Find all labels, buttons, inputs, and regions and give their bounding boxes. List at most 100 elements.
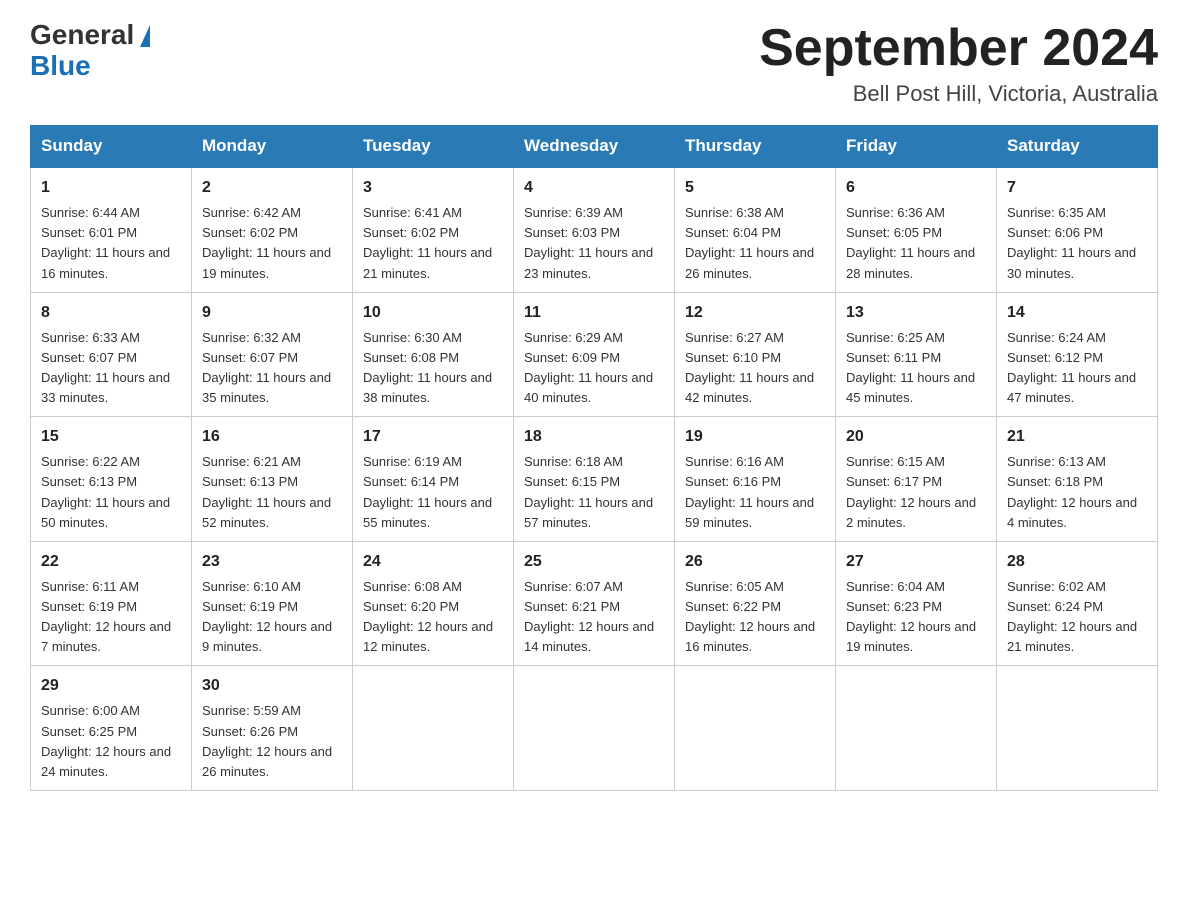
day-info: Sunrise: 6:44 AMSunset: 6:01 PMDaylight:… <box>41 203 181 284</box>
calendar-cell: 6 Sunrise: 6:36 AMSunset: 6:05 PMDaylight… <box>836 167 997 292</box>
calendar-cell: 13 Sunrise: 6:25 AMSunset: 6:11 PMDayligh… <box>836 292 997 417</box>
calendar-cell: 14 Sunrise: 6:24 AMSunset: 6:12 PMDayligh… <box>997 292 1158 417</box>
calendar-cell <box>675 666 836 791</box>
day-number: 27 <box>846 550 986 574</box>
day-info: Sunrise: 6:22 AMSunset: 6:13 PMDaylight:… <box>41 452 181 533</box>
day-number: 30 <box>202 674 342 698</box>
calendar-cell: 1 Sunrise: 6:44 AMSunset: 6:01 PMDaylight… <box>31 167 192 292</box>
day-number: 28 <box>1007 550 1147 574</box>
day-info: Sunrise: 6:19 AMSunset: 6:14 PMDaylight:… <box>363 452 503 533</box>
weekday-header-row: SundayMondayTuesdayWednesdayThursdayFrid… <box>31 126 1158 168</box>
calendar-cell: 8 Sunrise: 6:33 AMSunset: 6:07 PMDaylight… <box>31 292 192 417</box>
day-info: Sunrise: 6:25 AMSunset: 6:11 PMDaylight:… <box>846 328 986 409</box>
day-number: 2 <box>202 176 342 200</box>
calendar-cell: 29 Sunrise: 6:00 AMSunset: 6:25 PMDayligh… <box>31 666 192 791</box>
calendar-cell: 20Sunrise: 6:15 AMSunset: 6:17 PMDayligh… <box>836 417 997 542</box>
day-info: Sunrise: 6:38 AMSunset: 6:04 PMDaylight:… <box>685 203 825 284</box>
day-number: 8 <box>41 301 181 325</box>
day-info: Sunrise: 6:04 AMSunset: 6:23 PMDaylight:… <box>846 577 986 658</box>
weekday-header-saturday: Saturday <box>997 126 1158 168</box>
day-number: 7 <box>1007 176 1147 200</box>
day-number: 3 <box>363 176 503 200</box>
calendar-cell: 28 Sunrise: 6:02 AMSunset: 6:24 PMDayligh… <box>997 541 1158 666</box>
calendar-cell: 5 Sunrise: 6:38 AMSunset: 6:04 PMDaylight… <box>675 167 836 292</box>
calendar-cell: 3Sunrise: 6:41 AMSunset: 6:02 PMDaylight… <box>353 167 514 292</box>
day-number: 10 <box>363 301 503 325</box>
day-number: 14 <box>1007 301 1147 325</box>
day-number: 16 <box>202 425 342 449</box>
title-area: September 2024 Bell Post Hill, Victoria,… <box>759 20 1158 107</box>
day-number: 4 <box>524 176 664 200</box>
day-number: 18 <box>524 425 664 449</box>
day-number: 13 <box>846 301 986 325</box>
weekday-header-thursday: Thursday <box>675 126 836 168</box>
calendar-cell: 15Sunrise: 6:22 AMSunset: 6:13 PMDayligh… <box>31 417 192 542</box>
calendar-cell <box>997 666 1158 791</box>
day-number: 5 <box>685 176 825 200</box>
day-info: Sunrise: 6:10 AMSunset: 6:19 PMDaylight:… <box>202 577 342 658</box>
day-number: 9 <box>202 301 342 325</box>
day-info: Sunrise: 6:24 AMSunset: 6:12 PMDaylight:… <box>1007 328 1147 409</box>
calendar-cell: 23 Sunrise: 6:10 AMSunset: 6:19 PMDayligh… <box>192 541 353 666</box>
month-title: September 2024 <box>759 20 1158 77</box>
day-info: Sunrise: 6:30 AMSunset: 6:08 PMDaylight:… <box>363 328 503 409</box>
day-info: Sunrise: 6:39 AMSunset: 6:03 PMDaylight:… <box>524 203 664 284</box>
calendar-cell: 21Sunrise: 6:13 AMSunset: 6:18 PMDayligh… <box>997 417 1158 542</box>
day-info: Sunrise: 6:07 AMSunset: 6:21 PMDaylight:… <box>524 577 664 658</box>
weekday-header-wednesday: Wednesday <box>514 126 675 168</box>
day-number: 29 <box>41 674 181 698</box>
day-number: 23 <box>202 550 342 574</box>
header: General Blue September 2024 Bell Post Hi… <box>30 20 1158 107</box>
calendar-cell: 26 Sunrise: 6:05 AMSunset: 6:22 PMDayligh… <box>675 541 836 666</box>
day-info: Sunrise: 6:42 AMSunset: 6:02 PMDaylight:… <box>202 203 342 284</box>
week-row-3: 15Sunrise: 6:22 AMSunset: 6:13 PMDayligh… <box>31 417 1158 542</box>
day-info: Sunrise: 6:05 AMSunset: 6:22 PMDaylight:… <box>685 577 825 658</box>
day-number: 19 <box>685 425 825 449</box>
calendar-cell: 30 Sunrise: 5:59 AMSunset: 6:26 PMDayligh… <box>192 666 353 791</box>
day-info: Sunrise: 6:16 AMSunset: 6:16 PMDaylight:… <box>685 452 825 533</box>
weekday-header-friday: Friday <box>836 126 997 168</box>
day-info: Sunrise: 6:27 AMSunset: 6:10 PMDaylight:… <box>685 328 825 409</box>
week-row-4: 22 Sunrise: 6:11 AMSunset: 6:19 PMDayligh… <box>31 541 1158 666</box>
day-info: Sunrise: 6:02 AMSunset: 6:24 PMDaylight:… <box>1007 577 1147 658</box>
day-number: 6 <box>846 176 986 200</box>
calendar-cell: 22 Sunrise: 6:11 AMSunset: 6:19 PMDayligh… <box>31 541 192 666</box>
weekday-header-tuesday: Tuesday <box>353 126 514 168</box>
calendar-cell: 12 Sunrise: 6:27 AMSunset: 6:10 PMDayligh… <box>675 292 836 417</box>
calendar-cell: 16Sunrise: 6:21 AMSunset: 6:13 PMDayligh… <box>192 417 353 542</box>
day-number: 22 <box>41 550 181 574</box>
day-number: 17 <box>363 425 503 449</box>
day-info: Sunrise: 6:11 AMSunset: 6:19 PMDaylight:… <box>41 577 181 658</box>
day-info: Sunrise: 6:35 AMSunset: 6:06 PMDaylight:… <box>1007 203 1147 284</box>
day-number: 26 <box>685 550 825 574</box>
calendar-cell: 27 Sunrise: 6:04 AMSunset: 6:23 PMDayligh… <box>836 541 997 666</box>
week-row-5: 29 Sunrise: 6:00 AMSunset: 6:25 PMDayligh… <box>31 666 1158 791</box>
day-number: 24 <box>363 550 503 574</box>
location-title: Bell Post Hill, Victoria, Australia <box>759 81 1158 107</box>
calendar-cell: 19 Sunrise: 6:16 AMSunset: 6:16 PMDayligh… <box>675 417 836 542</box>
calendar-cell: 24 Sunrise: 6:08 AMSunset: 6:20 PMDayligh… <box>353 541 514 666</box>
day-info: Sunrise: 6:08 AMSunset: 6:20 PMDaylight:… <box>363 577 503 658</box>
calendar-cell <box>514 666 675 791</box>
day-info: Sunrise: 6:00 AMSunset: 6:25 PMDaylight:… <box>41 701 181 782</box>
calendar-cell: 4 Sunrise: 6:39 AMSunset: 6:03 PMDaylight… <box>514 167 675 292</box>
week-row-1: 1 Sunrise: 6:44 AMSunset: 6:01 PMDaylight… <box>31 167 1158 292</box>
calendar-cell: 11Sunrise: 6:29 AMSunset: 6:09 PMDayligh… <box>514 292 675 417</box>
weekday-header-sunday: Sunday <box>31 126 192 168</box>
day-info: Sunrise: 5:59 AMSunset: 6:26 PMDaylight:… <box>202 701 342 782</box>
calendar-cell <box>836 666 997 791</box>
calendar-cell: 10 Sunrise: 6:30 AMSunset: 6:08 PMDayligh… <box>353 292 514 417</box>
day-info: Sunrise: 6:13 AMSunset: 6:18 PMDaylight:… <box>1007 452 1147 533</box>
calendar-cell: 7 Sunrise: 6:35 AMSunset: 6:06 PMDaylight… <box>997 167 1158 292</box>
day-number: 1 <box>41 176 181 200</box>
day-number: 12 <box>685 301 825 325</box>
calendar-cell: 9 Sunrise: 6:32 AMSunset: 6:07 PMDaylight… <box>192 292 353 417</box>
weekday-header-monday: Monday <box>192 126 353 168</box>
calendar-cell: 25 Sunrise: 6:07 AMSunset: 6:21 PMDayligh… <box>514 541 675 666</box>
day-info: Sunrise: 6:33 AMSunset: 6:07 PMDaylight:… <box>41 328 181 409</box>
day-number: 25 <box>524 550 664 574</box>
day-info: Sunrise: 6:36 AMSunset: 6:05 PMDaylight:… <box>846 203 986 284</box>
day-info: Sunrise: 6:32 AMSunset: 6:07 PMDaylight:… <box>202 328 342 409</box>
week-row-2: 8 Sunrise: 6:33 AMSunset: 6:07 PMDaylight… <box>31 292 1158 417</box>
day-number: 11 <box>524 301 664 325</box>
